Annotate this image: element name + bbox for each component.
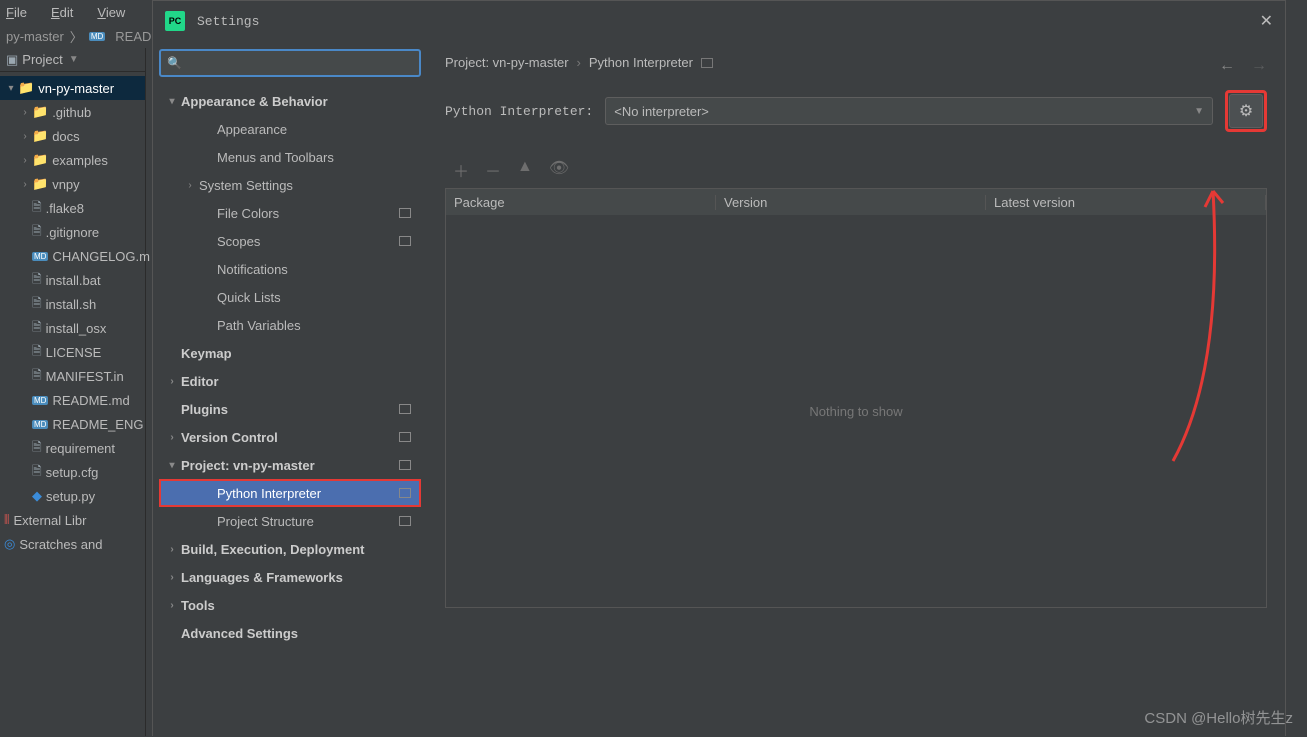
settings-dialog: PC Settings ✕ 🔍 ▾Appearance & BehaviorAp…	[152, 0, 1286, 736]
chevron-down-icon: ▼	[69, 54, 79, 65]
close-icon[interactable]: ✕	[1260, 11, 1273, 31]
crumb-page: Python Interpreter	[589, 55, 693, 70]
interpreter-value: <No interpreter>	[614, 104, 709, 119]
tree-root[interactable]: ▾📁vn-py-master	[0, 76, 145, 100]
crumb-segment[interactable]: READ	[115, 29, 151, 44]
tree-folder[interactable]: ›📁.github	[0, 100, 145, 124]
table-body-empty: Nothing to show	[446, 215, 1266, 607]
settings-breadcrumb: Project: vn-py-master › Python Interpret…	[445, 55, 1267, 70]
project-tool-window: ▣ Project ▼ ▾📁vn-py-master ›📁.github ›📁d…	[0, 48, 146, 736]
gear-icon: ⚙	[1239, 101, 1253, 121]
menu-edit[interactable]: Edit	[51, 5, 85, 20]
tree-file[interactable]: 🗎.flake8	[0, 196, 145, 220]
search-input[interactable]	[188, 56, 413, 71]
tree-file[interactable]: 🗎requirement	[0, 436, 145, 460]
settings-item[interactable]: ›Build, Execution, Deployment	[159, 535, 421, 563]
settings-item[interactable]: Quick Lists	[159, 283, 421, 311]
settings-item[interactable]: Plugins	[159, 395, 421, 423]
forward-icon[interactable]: →	[1251, 57, 1267, 75]
table-header: Package Version Latest version	[446, 189, 1266, 215]
settings-item[interactable]: Menus and Toolbars	[159, 143, 421, 171]
upgrade-icon[interactable]: ▲	[517, 158, 533, 182]
menu-view[interactable]: View	[97, 5, 137, 20]
tree-file[interactable]: ◆setup.py	[0, 484, 145, 508]
add-icon[interactable]: ＋	[453, 158, 469, 182]
tree-folder[interactable]: ›📁examples	[0, 148, 145, 172]
col-version[interactable]: Version	[716, 195, 986, 210]
tree-file[interactable]: 🗎install_osx	[0, 316, 145, 340]
tree-folder[interactable]: ›📁docs	[0, 124, 145, 148]
tree-file[interactable]: MDREADME.md	[0, 388, 145, 412]
gear-button[interactable]: ⚙	[1229, 94, 1263, 128]
dialog-titlebar: PC Settings ✕	[153, 1, 1285, 41]
settings-item[interactable]: Keymap	[159, 339, 421, 367]
settings-item[interactable]: ›Version Control	[159, 423, 421, 451]
crumb-project[interactable]: Project: vn-py-master	[445, 55, 569, 70]
remove-icon[interactable]: －	[485, 158, 501, 182]
tree-file[interactable]: MDREADME_ENG	[0, 412, 145, 436]
tree-folder[interactable]: ›📁vnpy	[0, 172, 145, 196]
eye-icon[interactable]: 👁	[549, 158, 569, 182]
chevron-down-icon: ▼	[1194, 106, 1204, 117]
settings-item[interactable]: Project Structure	[159, 507, 421, 535]
gear-highlight: ⚙	[1225, 90, 1267, 132]
interpreter-select[interactable]: <No interpreter> ▼	[605, 97, 1213, 125]
settings-item[interactable]: Advanced Settings	[159, 619, 421, 647]
settings-item[interactable]: ›Languages & Frameworks	[159, 563, 421, 591]
project-tree[interactable]: ▾📁vn-py-master ›📁.github ›📁docs ›📁exampl…	[0, 72, 145, 556]
pycharm-icon: PC	[165, 11, 185, 31]
back-icon[interactable]: ←	[1219, 57, 1235, 75]
md-icon: MD	[89, 32, 105, 41]
dialog-title: Settings	[197, 14, 259, 29]
settings-item[interactable]: Scopes	[159, 227, 421, 255]
settings-item[interactable]: Notifications	[159, 255, 421, 283]
project-label: Project	[22, 52, 62, 67]
search-icon: 🔍	[167, 56, 182, 70]
tree-file[interactable]: MDCHANGELOG.m	[0, 244, 145, 268]
settings-item[interactable]: Appearance	[159, 115, 421, 143]
settings-item[interactable]: File Colors	[159, 199, 421, 227]
watermark: CSDN @Hello树先生z	[1144, 707, 1293, 728]
settings-item[interactable]: ›Editor	[159, 367, 421, 395]
tree-file[interactable]: 🗎setup.cfg	[0, 460, 145, 484]
col-latest[interactable]: Latest version	[986, 195, 1266, 210]
interpreter-label: Python Interpreter:	[445, 104, 593, 119]
empty-text: Nothing to show	[809, 404, 902, 419]
settings-item[interactable]: Path Variables	[159, 311, 421, 339]
menu-file[interactable]: File	[6, 5, 39, 20]
col-package[interactable]: Package	[446, 195, 716, 210]
project-header[interactable]: ▣ Project ▼	[0, 48, 145, 72]
external-libraries[interactable]: ⫴External Libr	[0, 508, 145, 532]
crumb-segment[interactable]: py-master	[6, 29, 64, 44]
tree-file[interactable]: 🗎install.sh	[0, 292, 145, 316]
settings-item[interactable]: ›Tools	[159, 591, 421, 619]
settings-item[interactable]: ▾Appearance & Behavior	[159, 87, 421, 115]
package-toolbar: ＋ － ▲ 👁	[445, 152, 1267, 188]
settings-item[interactable]: ▾Project: vn-py-master	[159, 451, 421, 479]
tree-file[interactable]: 🗎install.bat	[0, 268, 145, 292]
settings-content: ← → Project: vn-py-master › Python Inter…	[427, 41, 1285, 737]
tree-file[interactable]: 🗎LICENSE	[0, 340, 145, 364]
search-field[interactable]: 🔍	[159, 49, 421, 77]
settings-item[interactable]: ›System Settings	[159, 171, 421, 199]
tree-file[interactable]: 🗎.gitignore	[0, 220, 145, 244]
scratches[interactable]: ◎Scratches and	[0, 532, 145, 556]
tree-file[interactable]: 🗎MANIFEST.in	[0, 364, 145, 388]
settings-sidebar: 🔍 ▾Appearance & BehaviorAppearanceMenus …	[153, 41, 427, 737]
package-table: Package Version Latest version Nothing t…	[445, 188, 1267, 608]
settings-item[interactable]: Python Interpreter	[159, 479, 421, 507]
folder-icon: ▣	[6, 52, 18, 68]
